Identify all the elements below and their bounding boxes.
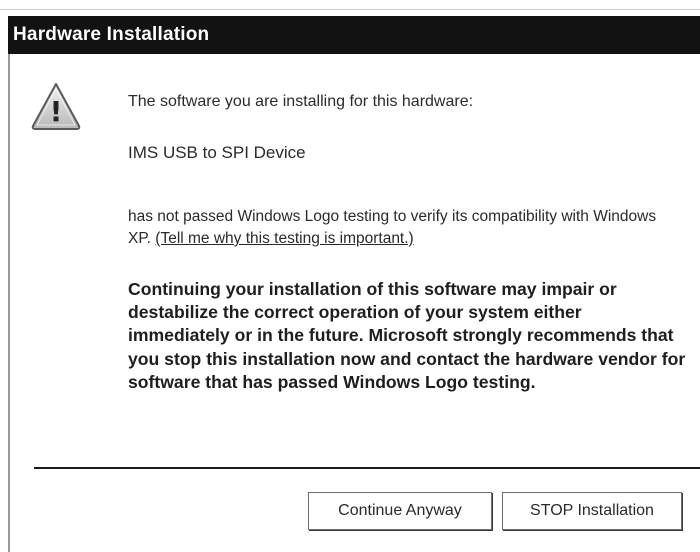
separator-line <box>34 467 700 469</box>
logo-testing-paragraph: has not passed Windows Logo testing to v… <box>128 206 678 250</box>
title-bar[interactable]: Hardware Installation <box>8 16 700 54</box>
device-name: IMS USB to SPI Device <box>128 143 306 162</box>
hardware-installation-dialog: Hardware Installation ! The software you… <box>0 0 700 552</box>
stop-installation-button[interactable]: STOP Installation <box>502 492 682 530</box>
intro-text: The software you are installing for this… <box>128 93 474 110</box>
tell-me-why-link[interactable]: (Tell me why this testing is important.) <box>155 230 413 247</box>
window-left-border <box>8 54 10 552</box>
continue-anyway-button[interactable]: Continue Anyway <box>308 492 492 530</box>
warning-glyph: ! <box>50 95 63 128</box>
window-top-border <box>0 0 700 10</box>
warning-paragraph: Continuing your installation of this sof… <box>128 279 686 392</box>
window-title: Hardware Installation <box>13 24 210 45</box>
warning-icon: ! <box>31 83 81 130</box>
